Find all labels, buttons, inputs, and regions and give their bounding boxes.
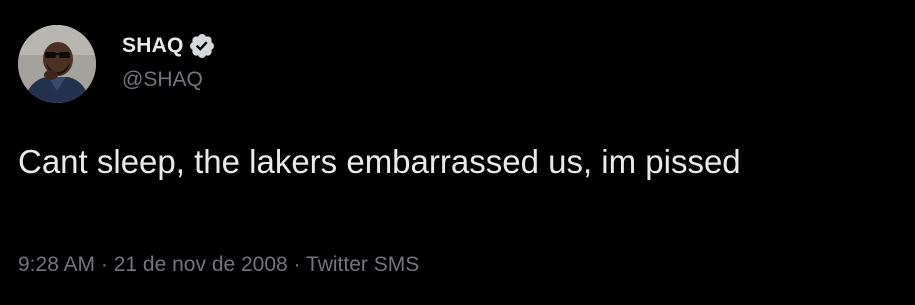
- tweet-text: Cant sleep, the lakers embarrassed us, i…: [18, 143, 741, 180]
- verified-badge-icon: [188, 32, 216, 60]
- avatar-image: [18, 25, 96, 103]
- user-info: SHAQ @SHAQ: [122, 32, 216, 92]
- avatar[interactable]: [18, 25, 96, 103]
- tweet-date[interactable]: 21 de nov de 2008: [114, 253, 288, 276]
- name-row: SHAQ: [122, 32, 216, 60]
- tweet-card: SHAQ @SHAQ Cant sleep, the lakers embarr…: [0, 0, 915, 305]
- meta-separator: ·: [287, 253, 307, 276]
- user-handle[interactable]: @SHAQ: [122, 68, 216, 92]
- display-name[interactable]: SHAQ: [122, 34, 183, 58]
- tweet-time[interactable]: 9:28 AM: [18, 253, 95, 276]
- tweet-metadata: 9:28 AM · 21 de nov de 2008 · Twitter SM…: [18, 253, 419, 277]
- tweet-source[interactable]: Twitter SMS: [306, 253, 419, 276]
- meta-separator: ·: [95, 253, 114, 276]
